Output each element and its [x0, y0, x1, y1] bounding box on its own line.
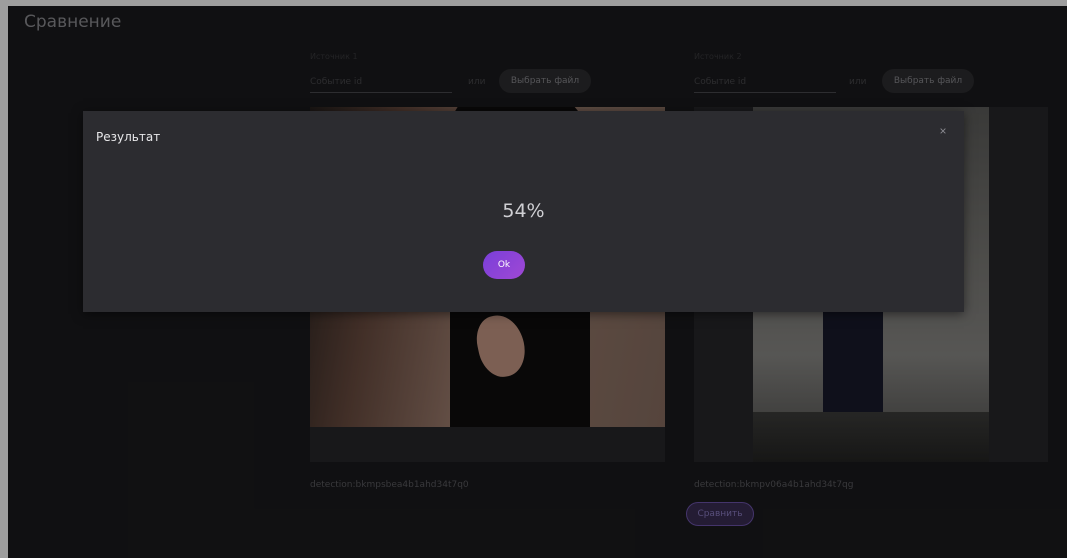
result-percentage: 54%	[502, 200, 545, 222]
modal-title: Результат	[96, 130, 161, 144]
close-icon[interactable]: ×	[935, 123, 951, 139]
ok-button[interactable]: Ok	[483, 251, 525, 279]
result-modal: Результат × 54% Ok	[83, 111, 964, 312]
